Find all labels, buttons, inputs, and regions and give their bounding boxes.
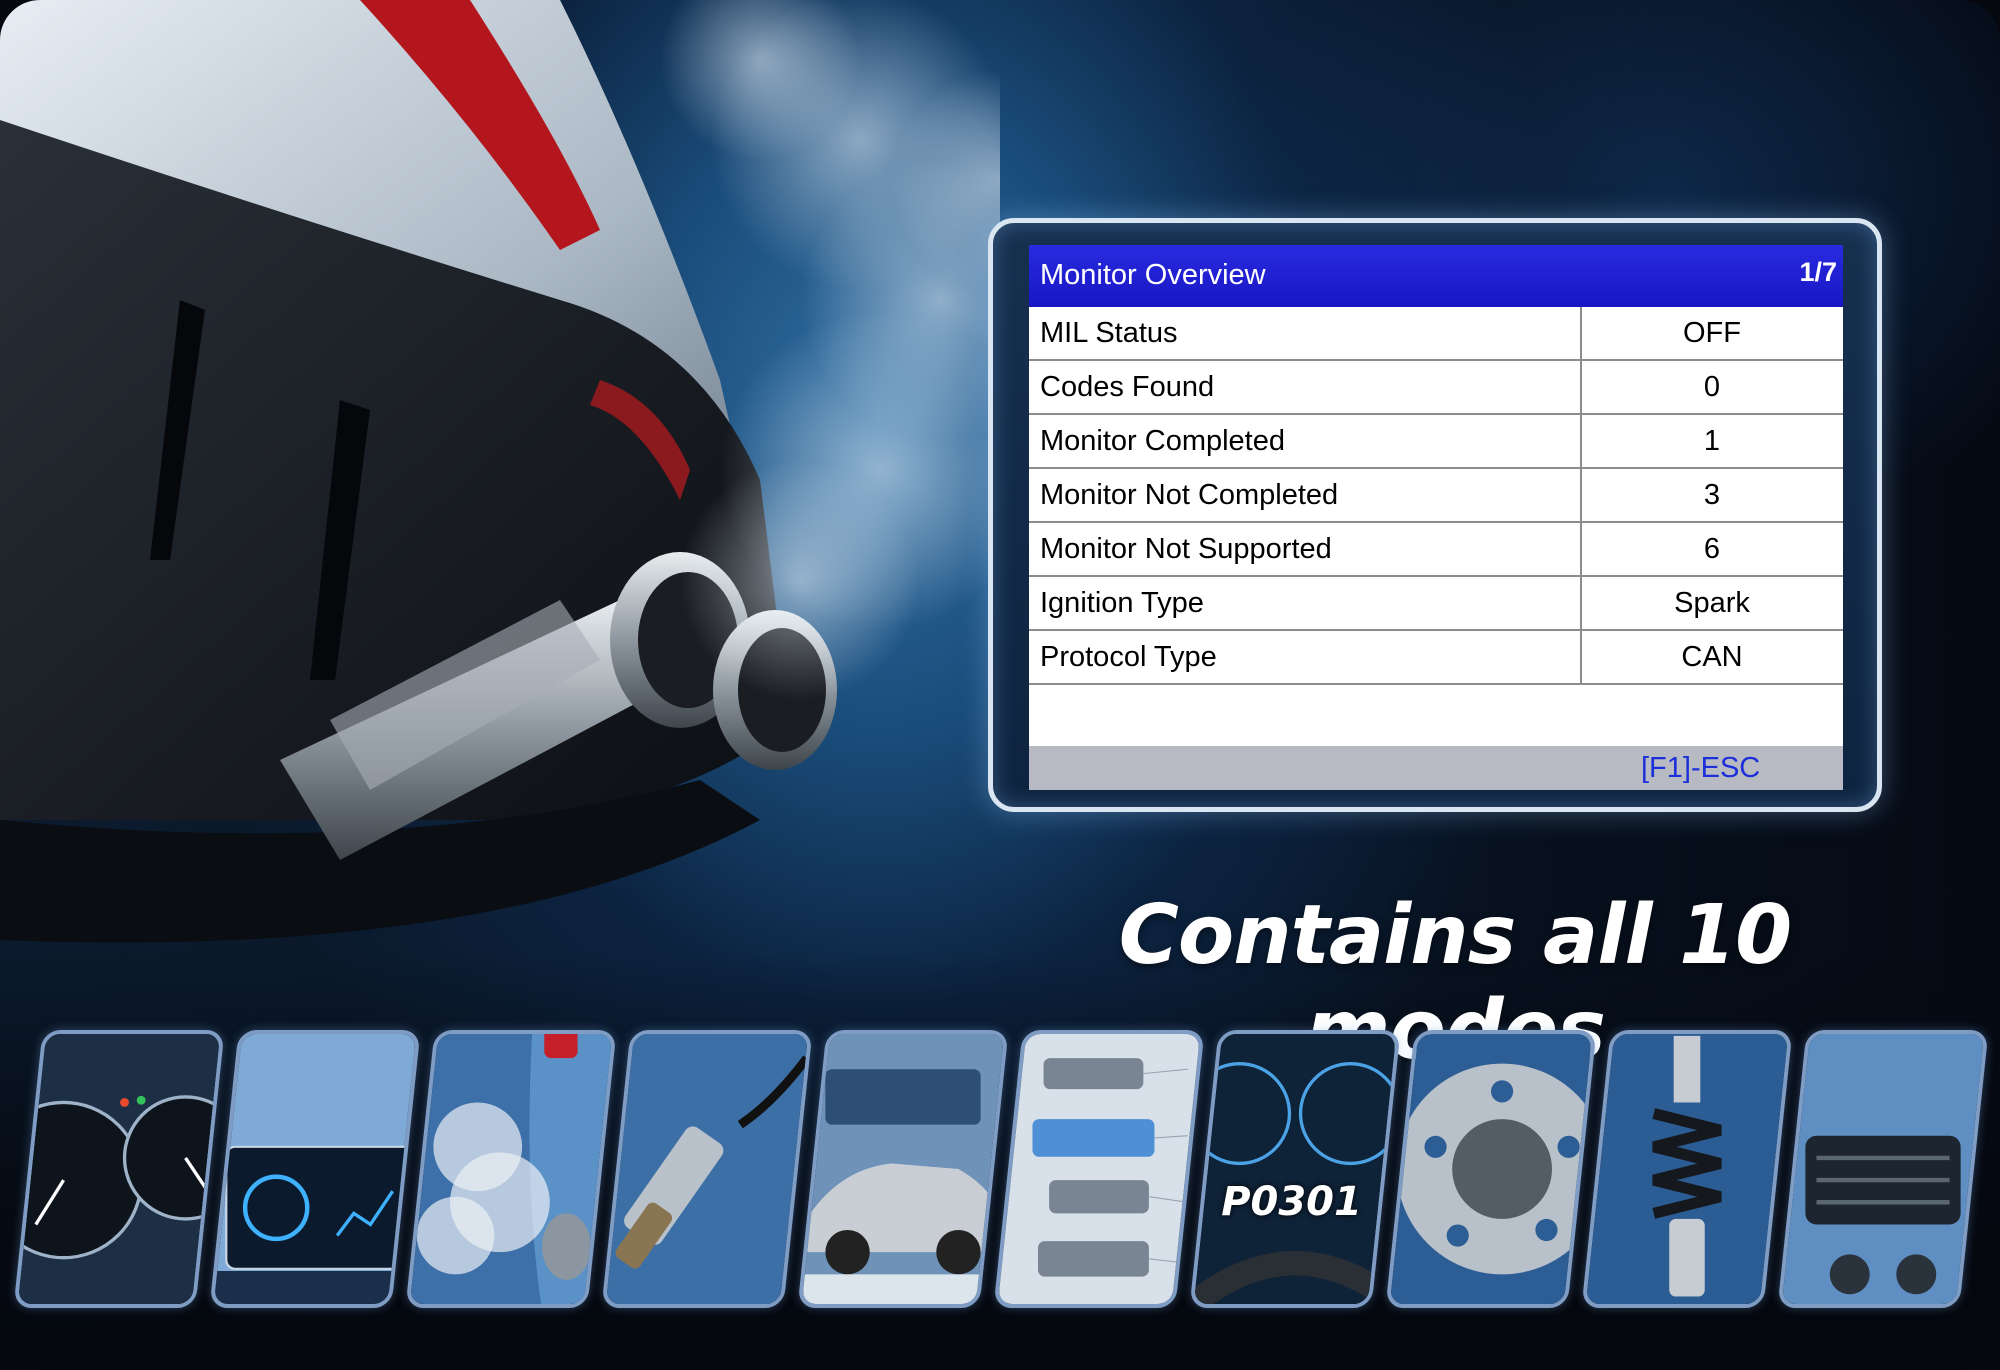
row-value: 6	[1703, 533, 1721, 565]
thumbnail-air-vent	[1777, 1030, 1989, 1308]
monitor-table: MIL Status OFF Codes Found 0 Monitor Com…	[1029, 307, 1843, 685]
row-value: OFF	[1683, 317, 1741, 349]
thumbnail-parts-diagram	[993, 1030, 1205, 1308]
air-vent-icon	[1783, 1030, 1983, 1308]
row-label: Monitor Not Supported	[1040, 533, 1332, 565]
thumbnail-dashboard-display	[209, 1030, 421, 1308]
row-label: MIL Status	[1040, 317, 1178, 349]
screen-title: Monitor Overview	[1040, 259, 1266, 291]
promo-banner: Monitor Overview 1/7 MIL Status OFF Code…	[0, 0, 2000, 1370]
thumbnail-exhaust	[405, 1030, 617, 1308]
thumbnail-oxygen-sensor	[601, 1030, 813, 1308]
mode-thumbnail-strip: P0301	[13, 1030, 1989, 1310]
thumbnail-instrument-cluster	[13, 1030, 225, 1308]
row-value: 3	[1703, 479, 1721, 511]
shock-absorber-icon	[1587, 1030, 1787, 1308]
thumbnail-brake-disc	[1385, 1030, 1597, 1308]
row-value: Spark	[1674, 587, 1750, 619]
trouble-code-label: P0301	[1221, 1179, 1362, 1225]
row-label: Monitor Not Completed	[1040, 479, 1339, 511]
row-label: Protocol Type	[1040, 641, 1217, 673]
row-label: Codes Found	[1040, 371, 1215, 403]
row-value: CAN	[1681, 641, 1743, 673]
scanner-screen: Monitor Overview 1/7 MIL Status OFF Code…	[1029, 245, 1843, 790]
exhaust-smoke-icon	[411, 1030, 611, 1308]
screen-header: Monitor Overview 1/7	[1029, 245, 1843, 307]
thumbnail-car	[797, 1030, 1009, 1308]
esc-key-hint[interactable]: [F1]-ESC	[1641, 752, 1760, 785]
car-exhaust-illustration	[0, 0, 1000, 1030]
instrument-cluster-icon	[18, 1030, 220, 1308]
thumbnail-shock-absorber	[1581, 1030, 1793, 1308]
row-label: Ignition Type	[1040, 587, 1204, 619]
screen-footer: [F1]-ESC	[1029, 746, 1843, 790]
table-row[interactable]: Codes Found 0	[1029, 361, 1843, 415]
table-row[interactable]: Monitor Not Supported 6	[1029, 523, 1843, 577]
oxygen-sensor-icon	[607, 1030, 808, 1308]
table-row[interactable]: MIL Status OFF	[1029, 307, 1843, 361]
table-row[interactable]: Monitor Completed 1	[1029, 415, 1843, 469]
car-icon	[803, 1030, 1003, 1308]
trouble-code-dashboard-icon	[1194, 1030, 1396, 1308]
row-value: 1	[1703, 425, 1721, 457]
table-row[interactable]: Monitor Not Completed 3	[1029, 469, 1843, 523]
brake-disc-icon	[1391, 1030, 1592, 1308]
table-row[interactable]: Protocol Type CAN	[1029, 631, 1843, 685]
table-row[interactable]: Ignition Type Spark	[1029, 577, 1843, 631]
dashboard-display-icon	[215, 1030, 416, 1308]
row-label: Monitor Completed	[1040, 425, 1285, 457]
thumbnail-trouble-code: P0301	[1189, 1030, 1401, 1308]
vehicle-parts-diagram-icon	[999, 1030, 1199, 1308]
row-value: 0	[1703, 371, 1721, 403]
page-indicator: 1/7	[1799, 257, 1837, 287]
